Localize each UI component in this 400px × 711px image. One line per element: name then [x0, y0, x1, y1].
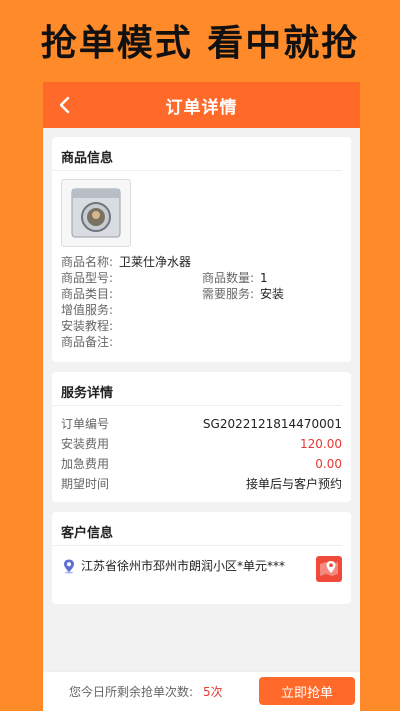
customer-section-title: 客户信息 — [52, 512, 342, 546]
grab-order-button[interactable]: 立即抢单 — [259, 677, 355, 705]
promo-title: 抢单模式 看中就抢 — [40, 23, 360, 64]
product-info-card: 商品信息 商品名称: 卫莱仕净水器 商品型号: 商品数量: 1 商品类目: 需要… — [52, 137, 351, 362]
required-service-value: 安装 — [260, 287, 285, 301]
customer-address-text: 江苏省徐州市邳州市朗润小区*单元*** — [81, 559, 286, 573]
install-fee-label: 安装费用 — [61, 437, 110, 451]
page-title: 订单详情 — [165, 97, 238, 118]
product-category-label: 商品类目: — [61, 287, 114, 301]
remaining-grabs-label: 您今日所剩余抢单次数: — [69, 685, 194, 699]
location-pin-icon — [64, 559, 74, 573]
service-section-title: 服务详情 — [52, 372, 342, 406]
order-number-row: 订单编号 SG2022121814470001 — [61, 414, 342, 434]
nav-bar: 订单详情 — [43, 82, 360, 128]
required-service-label: 需要服务: — [202, 287, 255, 301]
order-number-label: 订单编号 — [61, 417, 110, 431]
product-details: 商品名称: 卫莱仕净水器 商品型号: 商品数量: 1 商品类目: 需要服务: 安… — [61, 254, 346, 350]
map-navigation-icon[interactable] — [316, 556, 342, 582]
expected-time-value: 接单后与客户预约 — [245, 477, 342, 491]
install-tutorial-label: 安装教程: — [61, 319, 114, 333]
addon-service-label: 增值服务: — [61, 303, 114, 317]
product-remark-label: 商品备注: — [61, 335, 114, 349]
washing-machine-icon — [71, 188, 121, 238]
bottom-action-bar: 您今日所剩余抢单次数: 5次 立即抢单 — [43, 671, 360, 711]
remaining-grabs-count: 5次 — [203, 685, 223, 699]
order-number-value: SG2022121814470001 — [202, 417, 342, 431]
product-quantity-value: 1 — [260, 271, 268, 285]
service-rows: 订单编号 SG2022121814470001 安装费用 120.00 加急费用… — [61, 414, 342, 494]
urgent-fee-label: 加急费用 — [61, 457, 110, 471]
service-details-card: 服务详情 订单编号 SG2022121814470001 安装费用 120.00… — [52, 372, 351, 502]
product-name-value: 卫莱仕净水器 — [119, 255, 192, 269]
urgent-fee-row: 加急费用 0.00 — [61, 454, 342, 474]
phone-screen: 订单详情 商品信息 商品名称: 卫莱仕净水器 商品型号: 商品数量: 1 商品类… — [43, 82, 360, 711]
product-section-title: 商品信息 — [52, 137, 342, 171]
expected-time-label: 期望时间 — [61, 477, 110, 491]
product-name-label: 商品名称: — [61, 255, 114, 269]
urgent-fee-value: 0.00 — [315, 457, 342, 471]
install-fee-value: 120.00 — [300, 437, 342, 451]
back-arrow-icon[interactable] — [55, 95, 75, 115]
product-quantity-label: 商品数量: — [202, 271, 255, 285]
customer-info-card: 客户信息 江苏省徐州市邳州市朗润小区*单元*** — [52, 512, 351, 604]
install-fee-row: 安装费用 120.00 — [61, 434, 342, 454]
customer-address: 江苏省徐州市邳州市朗润小区*单元*** — [61, 557, 342, 574]
expected-time-row: 期望时间 接单后与客户预约 — [61, 474, 342, 494]
product-model-label: 商品型号: — [61, 271, 114, 285]
product-image[interactable] — [61, 179, 131, 247]
